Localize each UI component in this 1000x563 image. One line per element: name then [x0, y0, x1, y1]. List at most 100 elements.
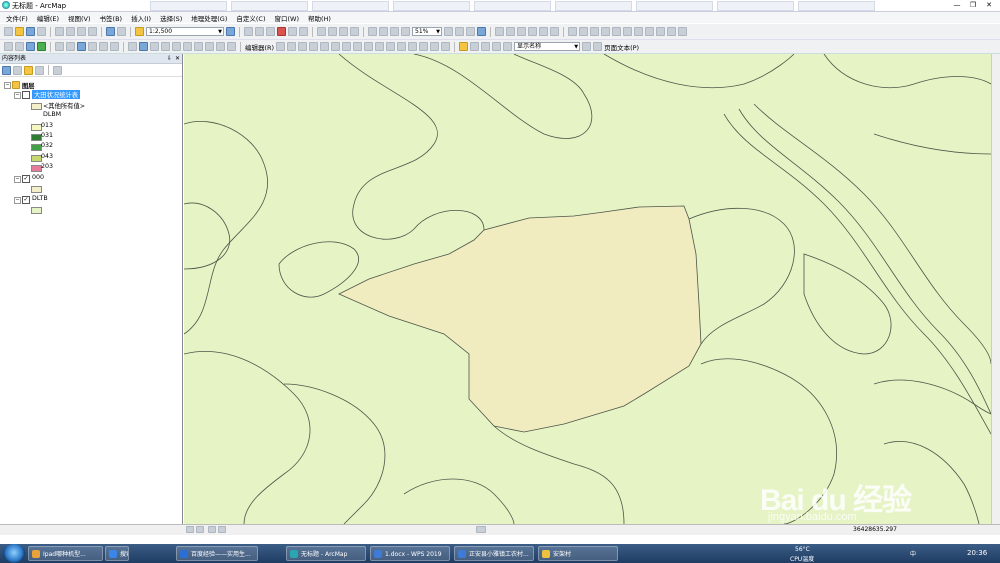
topology-tool-icon[interactable]: [528, 27, 537, 36]
undo-icon[interactable]: [106, 27, 115, 36]
editor-menu[interactable]: 编辑器(R): [245, 42, 274, 52]
edit-tool-icon[interactable]: [375, 42, 385, 51]
create-viewer-icon[interactable]: [227, 42, 236, 51]
collapse-toggle[interactable]: −: [14, 92, 21, 99]
pin-icon[interactable]: ⇩: [167, 54, 172, 63]
layout-tool-icon[interactable]: [328, 27, 337, 36]
advanced-edit-icon[interactable]: [667, 27, 676, 36]
arctoolbox-icon[interactable]: [277, 27, 286, 36]
zoom-out-fixed-icon[interactable]: [401, 27, 410, 36]
advanced-edit-icon[interactable]: [678, 27, 687, 36]
paste-icon[interactable]: [77, 27, 86, 36]
maximize-button[interactable]: ❐: [966, 0, 980, 10]
clear-selection-icon[interactable]: [110, 42, 119, 51]
zoom-100-icon[interactable]: [379, 27, 388, 36]
topology-tool-icon[interactable]: [506, 27, 515, 36]
menu-bookmarks[interactable]: 书签(B): [100, 13, 123, 23]
layout-tool-icon[interactable]: [339, 27, 348, 36]
zoom-in-icon[interactable]: [4, 42, 13, 51]
go-to-xy-icon[interactable]: [205, 42, 214, 51]
advanced-edit-icon[interactable]: [612, 27, 621, 36]
topology-tool-icon[interactable]: [517, 27, 526, 36]
close-icon[interactable]: ✕: [175, 54, 180, 63]
print-icon[interactable]: [37, 27, 46, 36]
last-page-icon[interactable]: [593, 42, 603, 51]
toggle-draft-icon[interactable]: [444, 27, 453, 36]
time-slider-icon[interactable]: [216, 42, 225, 51]
first-page-icon[interactable]: [492, 42, 502, 51]
advanced-edit-icon[interactable]: [579, 27, 588, 36]
collapse-toggle[interactable]: −: [14, 176, 21, 183]
advanced-edit-icon[interactable]: [568, 27, 577, 36]
tour-tool-icon[interactable]: [459, 42, 469, 51]
edit-tool-icon[interactable]: [397, 42, 407, 51]
advanced-edit-icon[interactable]: [590, 27, 599, 36]
topology-tool-icon[interactable]: [550, 27, 559, 36]
layer-visibility-checkbox[interactable]: ✓: [22, 175, 30, 183]
edit-tool-icon[interactable]: [419, 42, 429, 51]
list-by-source-icon[interactable]: [13, 65, 22, 75]
change-layout-icon[interactable]: [466, 27, 475, 36]
edit-tool-icon[interactable]: [287, 42, 297, 51]
menu-file[interactable]: 文件(F): [6, 13, 28, 23]
add-data-icon[interactable]: [135, 27, 144, 36]
open-folder-icon[interactable]: [15, 27, 24, 36]
focus-frame-icon[interactable]: [455, 27, 464, 36]
edit-tool-icon[interactable]: [364, 42, 374, 51]
advanced-edit-icon[interactable]: [645, 27, 654, 36]
next-page-icon[interactable]: [582, 42, 592, 51]
taskbar-item[interactable]: 安架村: [538, 546, 618, 561]
edit-tool-icon[interactable]: [276, 42, 286, 51]
layout-tool-icon[interactable]: [317, 27, 326, 36]
edit-tool-icon[interactable]: [386, 42, 396, 51]
layer-visibility-checkbox[interactable]: [22, 91, 30, 99]
horizontal-scroll-thumb[interactable]: [476, 526, 486, 533]
selected-layer[interactable]: 大田状况统计表: [32, 90, 81, 99]
identify-icon[interactable]: [139, 42, 148, 51]
zoom-in-fixed-icon[interactable]: [390, 27, 399, 36]
taskbar-item[interactable]: Ipad哪种机型...: [28, 546, 103, 561]
menu-help[interactable]: 帮助(H): [308, 13, 331, 23]
back-icon[interactable]: [77, 42, 86, 51]
refresh-icon[interactable]: [208, 526, 216, 533]
menu-insert[interactable]: 插入(I): [131, 13, 151, 23]
new-doc-icon[interactable]: [4, 27, 13, 36]
collapse-toggle[interactable]: −: [14, 197, 21, 204]
advanced-edit-icon[interactable]: [623, 27, 632, 36]
topology-tool-icon[interactable]: [495, 27, 504, 36]
select-elements-icon[interactable]: [128, 42, 137, 51]
layers-root[interactable]: 图层: [22, 81, 35, 90]
map-canvas[interactable]: [184, 54, 991, 524]
delete-icon[interactable]: [88, 27, 97, 36]
full-extent-icon[interactable]: [37, 42, 46, 51]
layout-view-icon[interactable]: [477, 27, 486, 36]
menu-customize[interactable]: 自定义(C): [236, 13, 265, 23]
editor-toolbar-icon[interactable]: [226, 27, 235, 36]
python-icon[interactable]: [288, 27, 297, 36]
selected-parcel[interactable]: [338, 205, 702, 433]
save-icon[interactable]: [26, 27, 35, 36]
html-popup-icon[interactable]: [161, 42, 170, 51]
collapse-toggle[interactable]: −: [4, 82, 11, 89]
model-builder-icon[interactable]: [299, 27, 308, 36]
close-button[interactable]: ✕: [982, 0, 996, 10]
edit-tool-icon[interactable]: [320, 42, 330, 51]
edit-tool-icon[interactable]: [342, 42, 352, 51]
edit-tool-icon[interactable]: [331, 42, 341, 51]
fixed-zoom-in-icon[interactable]: [55, 42, 64, 51]
start-button[interactable]: [3, 544, 25, 563]
redo-icon[interactable]: [117, 27, 126, 36]
catalog-icon[interactable]: [255, 27, 264, 36]
menu-edit[interactable]: 编辑(E): [37, 13, 59, 23]
list-by-drawing-order-icon[interactable]: [2, 65, 11, 75]
advanced-edit-icon[interactable]: [601, 27, 610, 36]
edit-tool-icon[interactable]: [298, 42, 308, 51]
edit-tool-icon[interactable]: [441, 42, 451, 51]
taskbar-item[interactable]: 正安县小雅镇工农村...: [454, 546, 534, 561]
list-by-visibility-icon[interactable]: [24, 65, 33, 75]
copy-icon[interactable]: [66, 27, 75, 36]
pan-icon[interactable]: [26, 42, 35, 51]
ime-indicator[interactable]: 中: [910, 549, 916, 558]
scale-combo[interactable]: 1:2,500 ▼: [146, 27, 224, 36]
taskbar-item[interactable]: 1.docx - WPS 2019: [370, 546, 450, 561]
